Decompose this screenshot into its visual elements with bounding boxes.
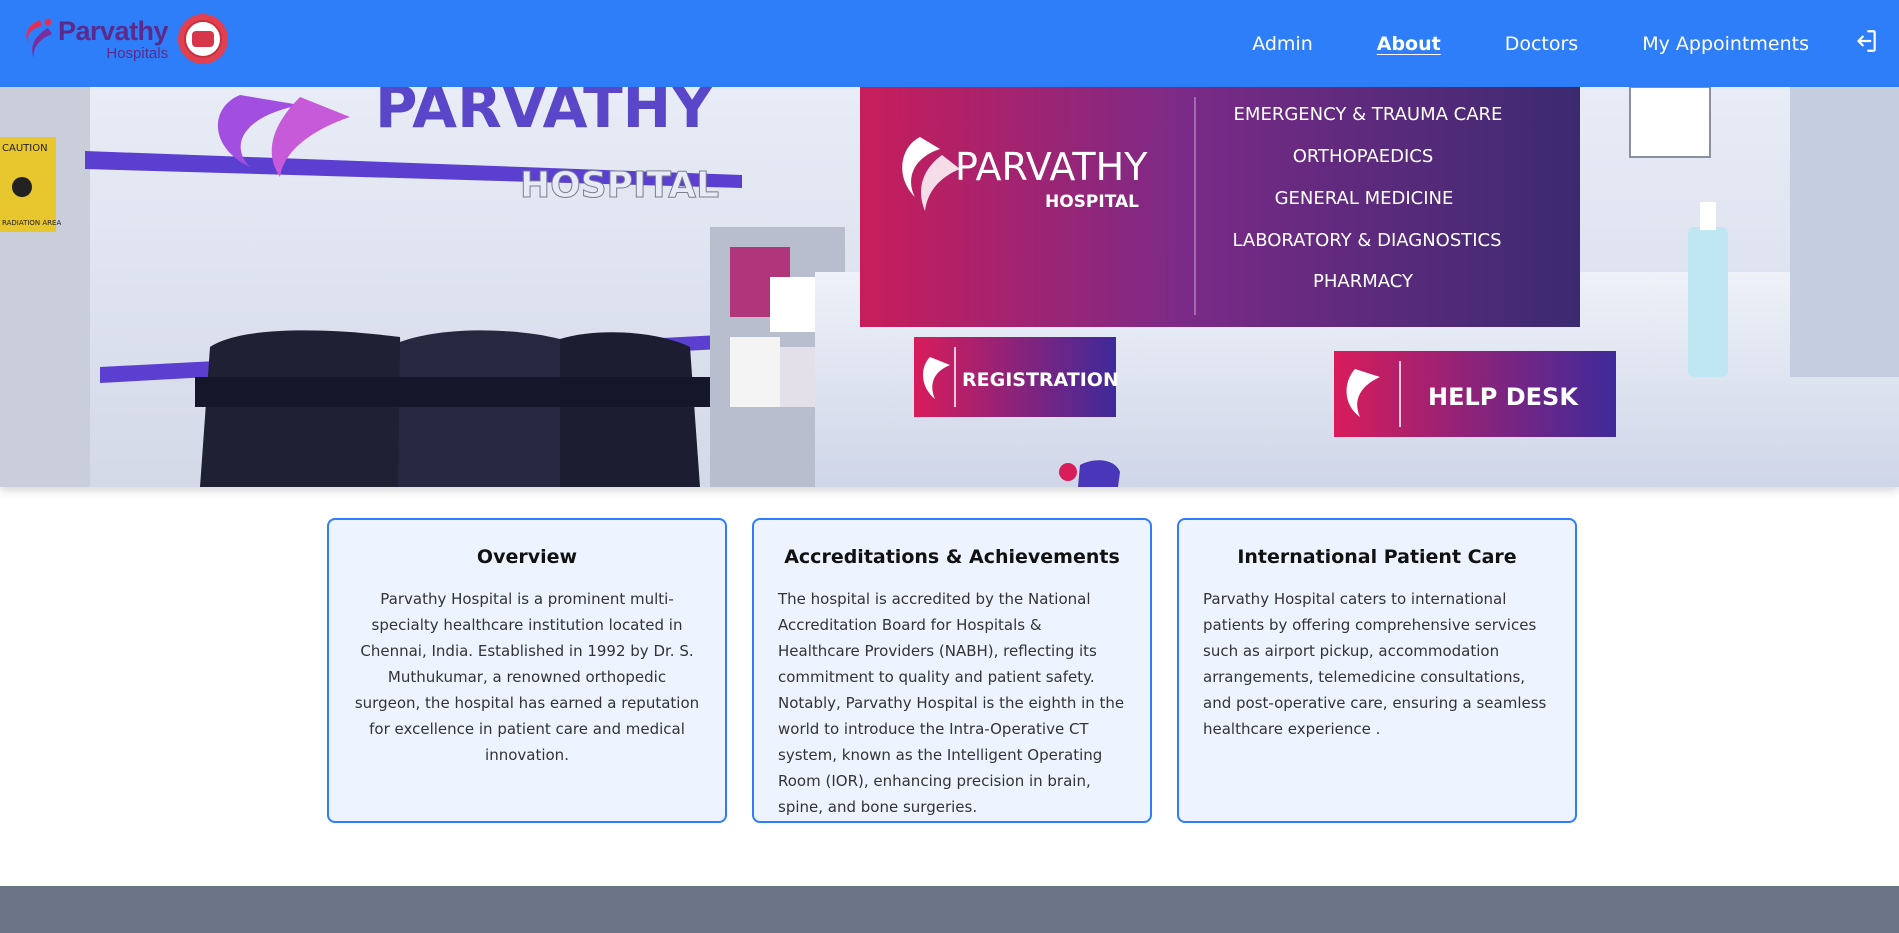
card-title: International Patient Care (1237, 546, 1517, 568)
parvathy-logo-mark-icon (26, 18, 52, 58)
wall-sign-sub: HOSPITAL (520, 165, 719, 206)
service-emergency: EMERGENCY & TRAUMA CARE (1234, 104, 1503, 125)
about-cards: Overview Parvathy Hospital is a prominen… (327, 518, 1577, 823)
accreditation-seal-icon (178, 14, 229, 64)
wall-sign-main: PARVATHY (375, 87, 714, 141)
helpdesk-sign: HELP DESK (1428, 383, 1579, 411)
service-pharmacy: PHARMACY (1313, 271, 1414, 292)
service-general-medicine: GENERAL MEDICINE (1275, 188, 1454, 209)
logout-icon[interactable] (1853, 28, 1879, 54)
caution-sign-text: CAUTION (2, 143, 48, 154)
brand-logo[interactable]: Parvathy Hospitals (18, 14, 229, 64)
card-overview: Overview Parvathy Hospital is a prominen… (327, 518, 727, 823)
hero-reception-image: CAUTION RADIATION AREA PARVATHY HOSPITAL… (0, 87, 1899, 487)
card-international: International Patient Care Parvathy Hosp… (1177, 518, 1577, 823)
page-footer (0, 886, 1899, 933)
card-title: Accreditations & Achievements (784, 546, 1120, 568)
card-title: Overview (476, 546, 578, 568)
main-nav: Admin About Doctors My Appointments (1188, 0, 1809, 87)
brand-name: Parvathy (58, 15, 169, 46)
radiation-sign-text: RADIATION AREA (2, 219, 61, 227)
card-accreditations: Accreditations & Achievements The hospit… (752, 518, 1152, 823)
nav-doctors[interactable]: Doctors (1505, 33, 1579, 55)
service-laboratory: LABORATORY & DIAGNOSTICS (1232, 230, 1501, 251)
card-text: Parvathy Hospital caters to internationa… (1203, 590, 1547, 738)
registration-sign: REGISTRATION (962, 369, 1119, 391)
brand-subtitle: Hospitals (106, 44, 169, 62)
nav-about[interactable]: About (1377, 33, 1441, 55)
nav-admin[interactable]: Admin (1252, 33, 1313, 55)
card-text: The hospital is accredited by the Nation… (778, 590, 1125, 816)
board-sub: HOSPITAL (1045, 192, 1139, 212)
card-text: Parvathy Hospital is a prominent multi-s… (354, 590, 700, 764)
top-navbar: Parvathy Hospitals Admin About Doctors M… (0, 0, 1899, 87)
board-name: PARVATHY (955, 145, 1148, 189)
nav-my-appointments[interactable]: My Appointments (1642, 33, 1809, 55)
service-orthopaedics: ORTHOPAEDICS (1293, 146, 1434, 167)
